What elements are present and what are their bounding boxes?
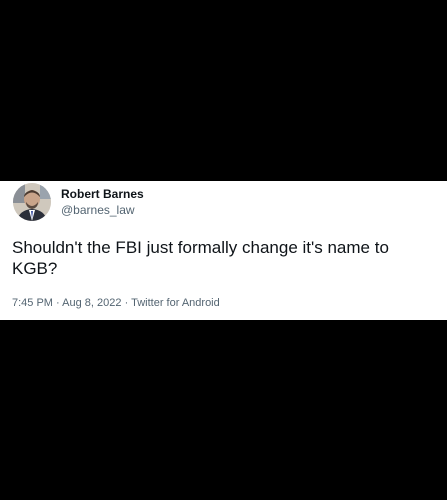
tweet-meta: 7:45 PM · Aug 8, 2022 · Twitter for Andr… [12,296,220,310]
tweet-header: Robert Barnes @barnes_law [13,183,144,221]
tweet-text: Shouldn't the FBI just formally change i… [12,238,389,278]
screenshot-frame: Robert Barnes @barnes_law Shouldn't the … [0,0,447,500]
tweet-card[interactable]: Robert Barnes @barnes_law Shouldn't the … [0,181,447,320]
user-handle[interactable]: @barnes_law [61,202,144,218]
tweet-time[interactable]: 7:45 PM [12,297,53,309]
user-avatar[interactable] [13,183,51,221]
meta-separator: · [56,297,60,309]
tweet-source[interactable]: Twitter for Android [131,297,220,309]
meta-separator: · [124,297,129,309]
avatar-portrait-icon [13,183,51,221]
author-names: Robert Barnes @barnes_law [61,187,144,218]
display-name[interactable]: Robert Barnes [61,187,144,202]
tweet-date[interactable]: Aug 8, 2022 [62,297,121,309]
